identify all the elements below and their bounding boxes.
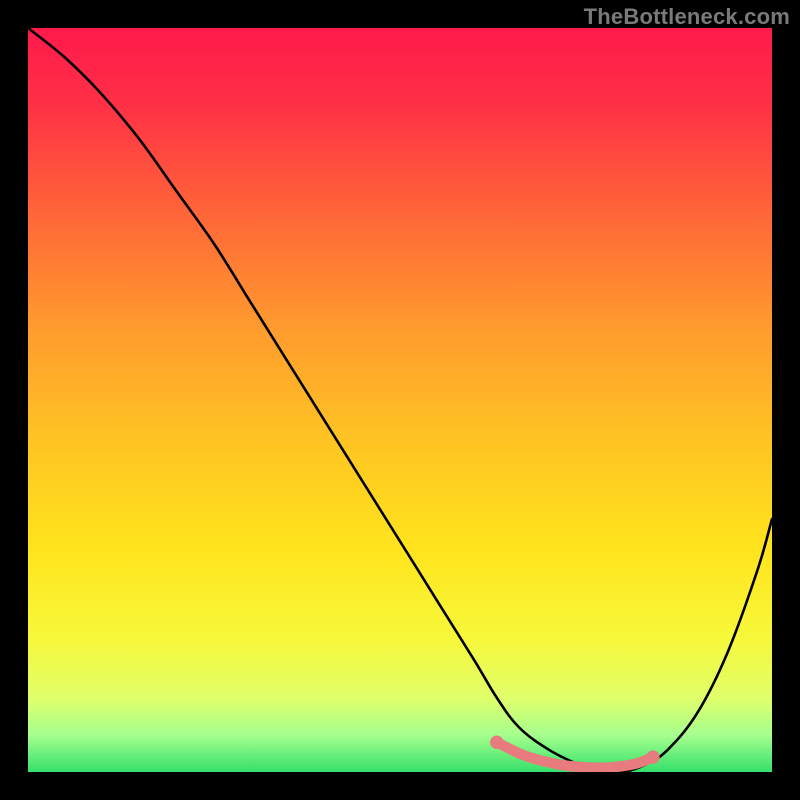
plot-area	[28, 28, 772, 772]
bottleneck-curve	[28, 28, 772, 772]
highlight-dot	[490, 736, 503, 749]
watermark-label: TheBottleneck.com	[584, 4, 790, 30]
curve-layer	[28, 28, 772, 772]
highlight-flat-segment	[497, 742, 653, 767]
chart-frame: TheBottleneck.com	[0, 0, 800, 800]
highlight-dot	[646, 750, 659, 763]
